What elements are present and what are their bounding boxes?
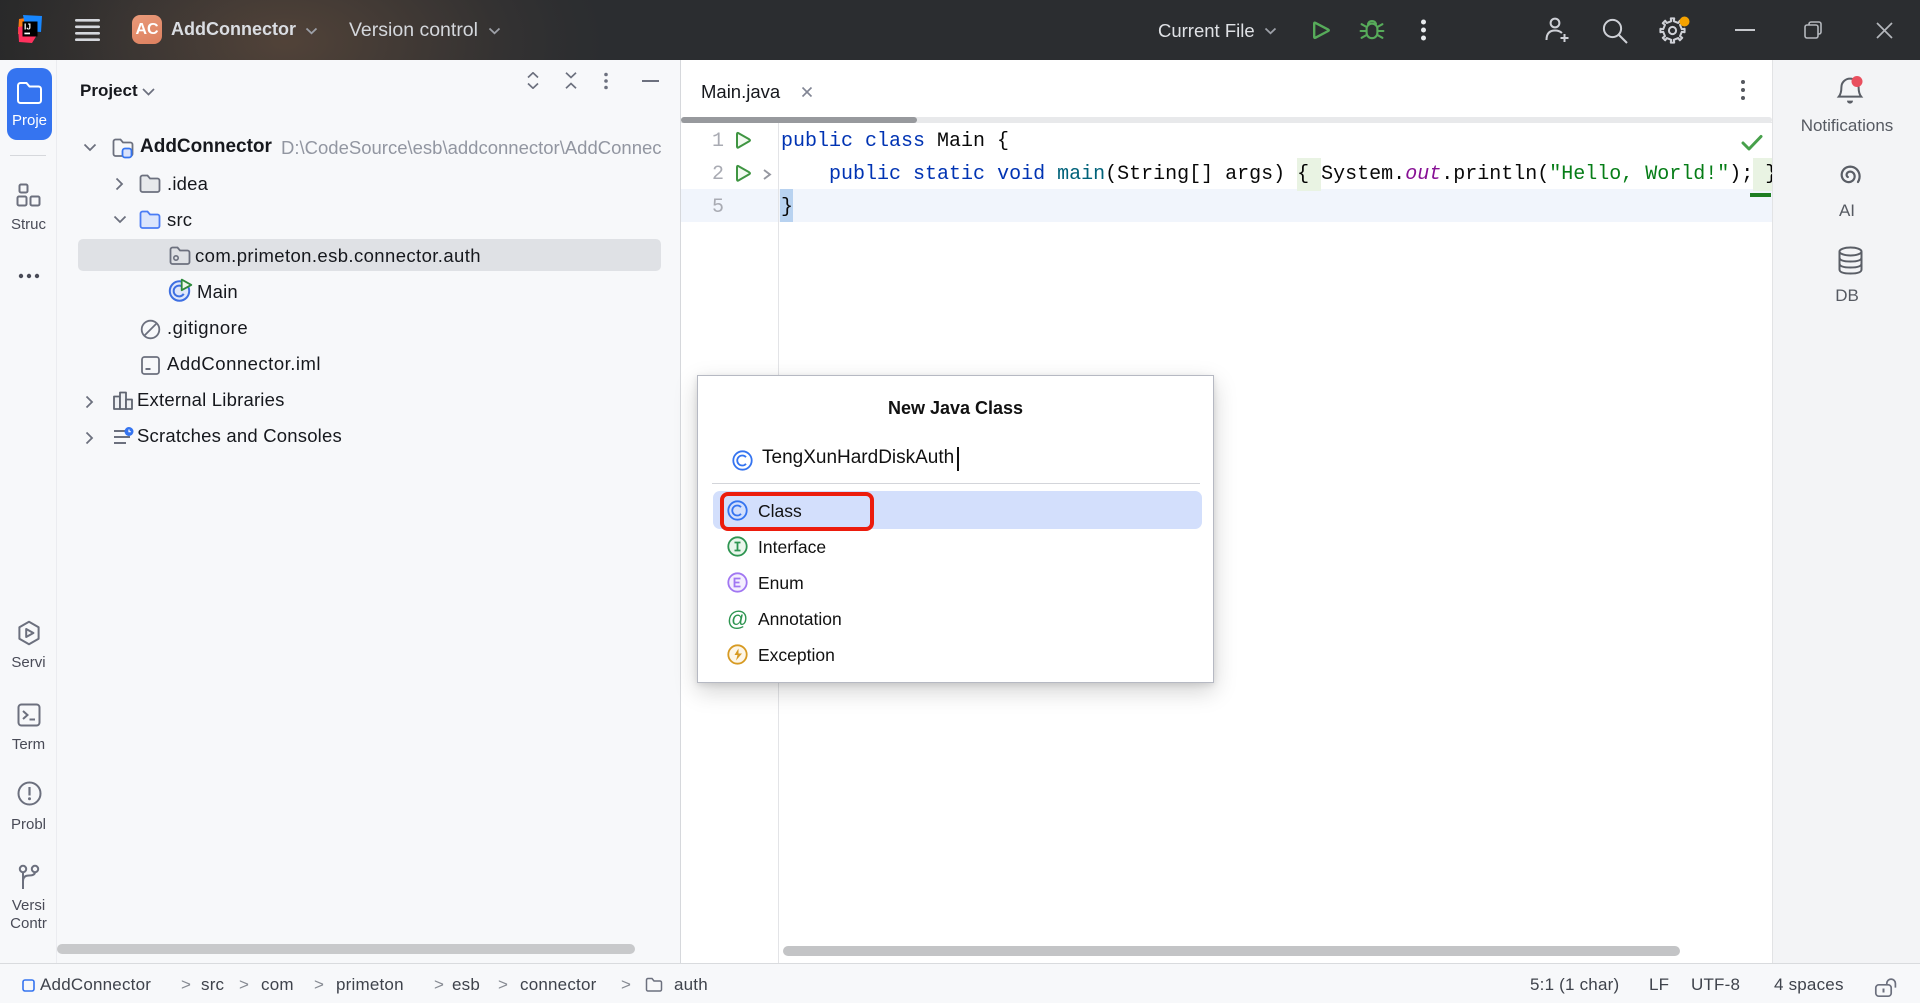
svg-text:IJ: IJ bbox=[24, 22, 31, 32]
svg-text:@: @ bbox=[727, 608, 748, 630]
